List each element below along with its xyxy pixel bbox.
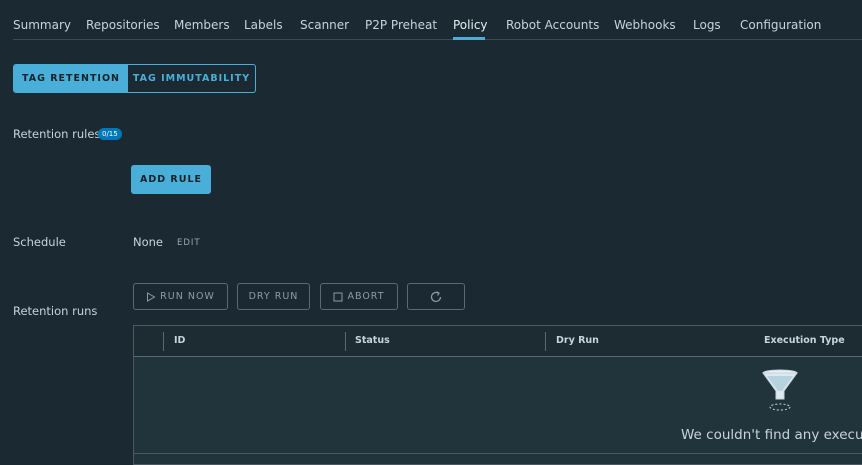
tab-summary[interactable]: Summary — [13, 18, 71, 32]
retention-rules-label: Retention rules — [13, 127, 101, 141]
add-rule-button[interactable]: ADD RULE — [131, 165, 211, 194]
funnel-icon — [762, 369, 798, 411]
tab-p2p-preheat[interactable]: P2P Preheat — [365, 18, 437, 32]
dry-run-label: DRY RUN — [248, 291, 299, 302]
schedule-value: None — [133, 235, 164, 249]
tab-configuration[interactable]: Configuration — [740, 18, 821, 32]
project-nav-tabs: Summary Repositories Members Labels Scan… — [13, 0, 862, 40]
refresh-button[interactable] — [407, 283, 465, 310]
tab-members[interactable]: Members — [174, 18, 230, 32]
abort-button[interactable]: ABORT — [320, 283, 398, 310]
run-now-label: RUN NOW — [160, 291, 215, 302]
grid-header: ID Status Dry Run Execution Type — [134, 326, 862, 357]
column-separator — [345, 332, 346, 351]
tab-scanner[interactable]: Scanner — [300, 18, 349, 32]
play-icon — [147, 291, 156, 302]
tab-robot-accounts[interactable]: Robot Accounts — [506, 18, 599, 32]
column-header-id[interactable]: ID — [174, 335, 185, 346]
grid-footer-line — [134, 453, 862, 454]
stop-icon — [333, 292, 343, 301]
tab-policy[interactable]: Policy — [453, 18, 488, 32]
column-header-status[interactable]: Status — [355, 335, 390, 346]
column-separator — [163, 332, 164, 351]
tag-retention-button[interactable]: TAG RETENTION — [14, 65, 128, 92]
tab-logs[interactable]: Logs — [693, 18, 721, 32]
column-header-dry-run[interactable]: Dry Run — [556, 335, 599, 346]
policy-type-toggle: TAG RETENTION TAG IMMUTABILITY — [13, 64, 256, 93]
abort-label: ABORT — [347, 291, 385, 302]
empty-state-message: We couldn't find any executions! — [681, 427, 862, 443]
active-tab-indicator — [453, 37, 485, 40]
rules-count-badge: 0/15 — [98, 128, 122, 140]
dry-run-button[interactable]: DRY RUN — [237, 283, 310, 310]
run-now-button[interactable]: RUN NOW — [133, 283, 228, 310]
schedule-edit-link[interactable]: EDIT — [177, 238, 201, 248]
column-separator — [545, 332, 546, 351]
retention-runs-grid: ID Status Dry Run Execution Type We coul… — [133, 325, 862, 465]
tab-labels[interactable]: Labels — [244, 18, 283, 32]
tag-immutability-button[interactable]: TAG IMMUTABILITY — [128, 65, 255, 92]
refresh-icon — [430, 290, 442, 302]
column-header-execution-type[interactable]: Execution Type — [764, 335, 845, 346]
retention-runs-label: Retention runs — [13, 304, 98, 318]
tab-repositories[interactable]: Repositories — [86, 18, 160, 32]
schedule-label: Schedule — [13, 235, 66, 249]
tab-webhooks[interactable]: Webhooks — [614, 18, 676, 32]
